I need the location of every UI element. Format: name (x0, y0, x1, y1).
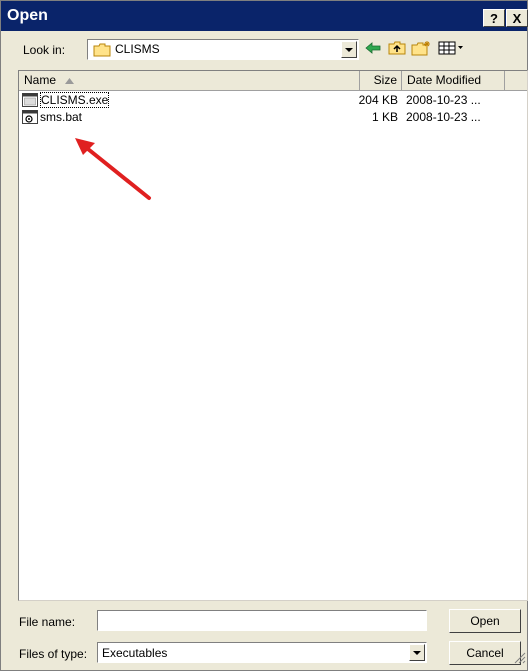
chevron-down-icon (413, 650, 421, 655)
filetype-value: Executables (102, 646, 168, 660)
open-dialog: Open ? X Look in: CLISMS Name Size Date … (0, 0, 528, 671)
lookin-dropdown-arrow[interactable] (341, 41, 357, 58)
open-button[interactable]: Open (449, 609, 521, 633)
title-bar: Open ? X (1, 1, 528, 31)
sort-ascending-icon (65, 71, 75, 90)
close-button[interactable]: X (506, 9, 528, 27)
column-date-modified[interactable]: Date Modified (402, 71, 505, 90)
filetype-label: Files of type: (19, 647, 88, 661)
file-size: 1 KB (371, 110, 398, 124)
list-item[interactable]: CLISMS.exe 204 KB 2008-10-23 ... (19, 92, 527, 108)
lookin-label: Look in: (23, 43, 66, 57)
filename-label: File name: (19, 615, 76, 629)
filetype-dropdown[interactable]: Executables (97, 642, 427, 663)
back-arrow-icon[interactable] (363, 38, 383, 58)
up-folder-icon[interactable] (387, 38, 407, 58)
lookin-value: CLISMS (115, 42, 160, 56)
help-button[interactable]: ? (483, 9, 505, 27)
annotation-arrow (75, 138, 151, 200)
folder-icon (93, 43, 111, 60)
column-name[interactable]: Name (19, 71, 360, 90)
list-item[interactable]: sms.bat 1 KB 2008-10-23 ... (19, 109, 527, 125)
window-title: Open (7, 7, 48, 24)
file-date: 2008-10-23 ... (406, 93, 481, 107)
file-name: sms.bat (40, 110, 83, 124)
cancel-button[interactable]: Cancel (449, 641, 521, 665)
list-header: Name Size Date Modified (19, 71, 527, 91)
views-menu-icon[interactable] (437, 38, 465, 58)
chevron-down-icon (345, 47, 353, 52)
filename-input[interactable] (97, 610, 427, 631)
bat-icon (22, 110, 38, 128)
file-size: 204 KB (358, 93, 398, 107)
filetype-dropdown-arrow[interactable] (409, 644, 425, 661)
lookin-dropdown[interactable]: CLISMS (87, 39, 359, 60)
file-name: CLISMS.exe (40, 92, 110, 108)
file-date: 2008-10-23 ... (406, 110, 481, 124)
column-size[interactable]: Size (360, 71, 402, 90)
resize-grip-icon[interactable] (514, 651, 526, 669)
new-folder-icon[interactable] (411, 38, 431, 58)
column-name-label: Name (24, 73, 57, 87)
